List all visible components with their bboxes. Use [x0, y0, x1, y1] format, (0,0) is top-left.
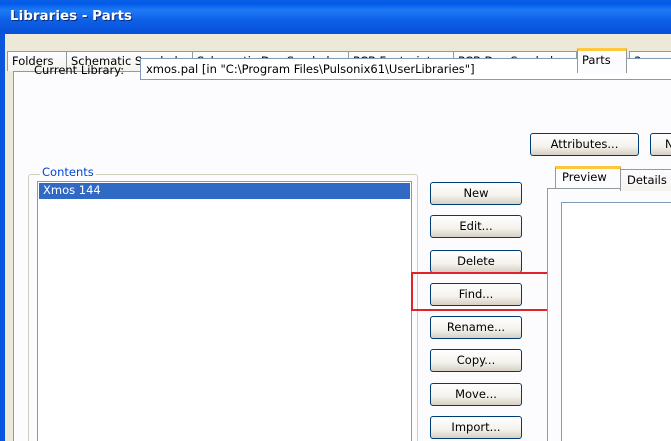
preview-area [561, 202, 671, 441]
contents-label: Contents [40, 165, 96, 179]
title-bar[interactable]: Libraries - Parts [0, 0, 671, 34]
edit-button[interactable]: Edit... [430, 215, 522, 238]
contents-listbox[interactable]: Xmos 144 [37, 181, 412, 441]
tab-details[interactable]: Details [620, 169, 671, 191]
tab-parts[interactable]: Parts [577, 48, 627, 73]
next-button-partial[interactable]: N [650, 133, 671, 156]
window-title: Libraries - Parts [10, 8, 132, 24]
delete-button[interactable]: Delete [430, 250, 522, 273]
tab-preview[interactable]: Preview [555, 166, 621, 188]
import-button[interactable]: Import... [430, 416, 522, 439]
list-item[interactable]: Xmos 144 [39, 183, 410, 199]
copy-button[interactable]: Copy... [430, 349, 522, 372]
preview-panel [547, 188, 671, 441]
attributes-button[interactable]: Attributes... [530, 133, 639, 156]
current-library-label: Current Library: [34, 63, 125, 77]
new-button[interactable]: New [430, 182, 522, 205]
rename-button[interactable]: Rename... [430, 316, 522, 339]
find-highlight-annotation [411, 272, 555, 311]
move-button[interactable]: Move... [430, 383, 522, 406]
libraries-parts-window: Libraries - Parts Folders Schematic Symb… [0, 0, 671, 441]
